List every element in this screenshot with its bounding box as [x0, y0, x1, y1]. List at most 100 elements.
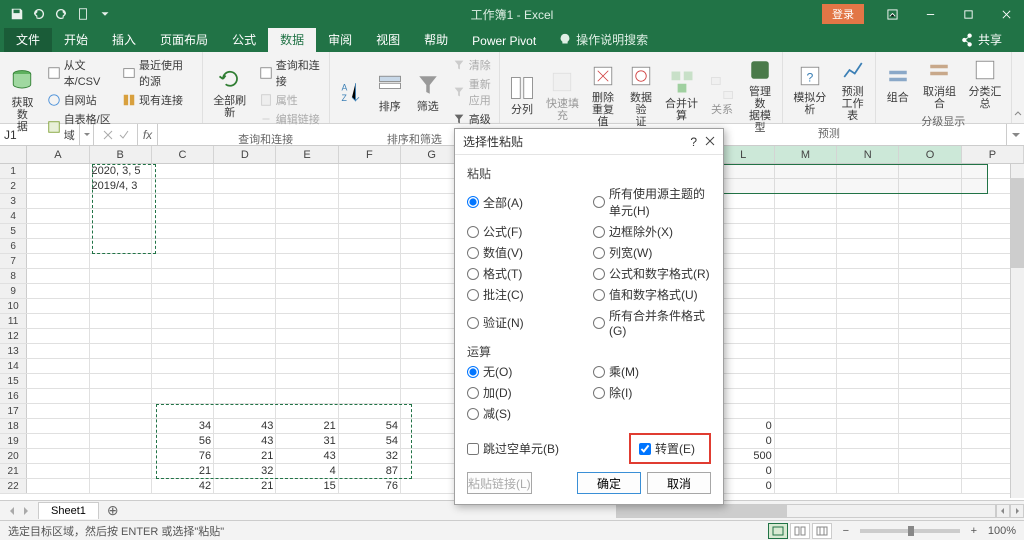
cell[interactable]: [775, 299, 837, 313]
cell[interactable]: [775, 389, 837, 403]
cell[interactable]: [339, 284, 401, 298]
cell[interactable]: 54: [339, 434, 401, 448]
save-icon[interactable]: [8, 5, 26, 23]
cell[interactable]: [90, 299, 152, 313]
cell[interactable]: [339, 329, 401, 343]
cell[interactable]: [899, 434, 961, 448]
cell[interactable]: [899, 224, 961, 238]
get-data-button[interactable]: 获取数 据: [4, 54, 41, 146]
add-sheet-button[interactable]: ⊕: [99, 502, 127, 519]
sheet-nav[interactable]: [0, 506, 38, 516]
cell[interactable]: [775, 404, 837, 418]
cell[interactable]: [90, 374, 152, 388]
cell[interactable]: [90, 239, 152, 253]
cell[interactable]: [152, 209, 214, 223]
cell[interactable]: [27, 239, 89, 253]
cell[interactable]: [27, 434, 89, 448]
forecast-sheet-button[interactable]: 预测 工作表: [835, 54, 871, 124]
radio-value-num-fmt[interactable]: 值和数字格式(U): [593, 285, 711, 304]
cell[interactable]: [339, 359, 401, 373]
radio-op-add[interactable]: 加(D): [467, 383, 585, 402]
col-C[interactable]: C: [152, 146, 214, 163]
cell[interactable]: 31: [276, 434, 338, 448]
existing-connections[interactable]: 现有连接: [120, 91, 196, 109]
cell[interactable]: [339, 194, 401, 208]
cell[interactable]: [214, 194, 276, 208]
sort-az-button[interactable]: AZ: [334, 54, 370, 130]
cell[interactable]: 43: [214, 434, 276, 448]
cell[interactable]: [899, 269, 961, 283]
cell[interactable]: [27, 449, 89, 463]
cell[interactable]: [214, 224, 276, 238]
radio-source-theme[interactable]: 所有使用源主题的单元(H): [593, 184, 711, 220]
cell[interactable]: 15: [276, 479, 338, 493]
cell[interactable]: 21: [152, 464, 214, 478]
row-header[interactable]: 1: [0, 164, 27, 178]
touch-icon[interactable]: [74, 5, 92, 23]
redo-icon[interactable]: [52, 5, 70, 23]
row-header[interactable]: 21: [0, 464, 27, 478]
cell[interactable]: [339, 164, 401, 178]
ribbon-options-icon[interactable]: [874, 0, 910, 28]
cell[interactable]: [339, 254, 401, 268]
cell[interactable]: [276, 209, 338, 223]
cell[interactable]: [27, 404, 89, 418]
cell[interactable]: [27, 209, 89, 223]
flash-fill-button[interactable]: 快速填充: [542, 54, 583, 136]
check-transpose[interactable]: 转置(E): [639, 439, 695, 458]
cell[interactable]: [276, 404, 338, 418]
cell[interactable]: [152, 389, 214, 403]
tab-review[interactable]: 审阅: [316, 27, 364, 52]
radio-formats[interactable]: 格式(T): [467, 264, 585, 283]
cell[interactable]: [214, 254, 276, 268]
cell[interactable]: 56: [152, 434, 214, 448]
radio-op-multiply[interactable]: 乘(M): [593, 362, 711, 381]
cell[interactable]: [27, 269, 89, 283]
group-button[interactable]: 组合: [880, 54, 916, 112]
radio-validation[interactable]: 验证(N): [467, 306, 585, 339]
relationships-button[interactable]: 关系: [704, 54, 740, 136]
cell[interactable]: [899, 299, 961, 313]
cell[interactable]: [339, 299, 401, 313]
cell[interactable]: [899, 284, 961, 298]
from-text-csv[interactable]: 从文本/CSV: [45, 56, 114, 90]
cell[interactable]: [899, 209, 961, 223]
sheet-prev-icon[interactable]: [8, 506, 16, 516]
sort-button[interactable]: 排序: [372, 54, 408, 130]
page-layout-view-button[interactable]: [790, 523, 810, 539]
cell[interactable]: [339, 239, 401, 253]
cell[interactable]: [27, 299, 89, 313]
cell[interactable]: [775, 269, 837, 283]
cell[interactable]: [214, 164, 276, 178]
data-model-button[interactable]: 管理数 据模型: [742, 54, 778, 136]
queries-connections[interactable]: 查询和连接: [257, 56, 323, 90]
cell[interactable]: [214, 179, 276, 193]
cell[interactable]: [837, 344, 899, 358]
cell[interactable]: [899, 389, 961, 403]
row-header[interactable]: 4: [0, 209, 27, 223]
cell[interactable]: [276, 269, 338, 283]
radio-op-subtract[interactable]: 减(S): [467, 404, 585, 423]
dialog-titlebar[interactable]: 选择性粘贴 ?: [455, 129, 723, 155]
close-icon[interactable]: [988, 0, 1024, 28]
cell[interactable]: 43: [214, 419, 276, 433]
horizontal-scrollbar[interactable]: [616, 504, 996, 518]
row-header[interactable]: 17: [0, 404, 27, 418]
cell[interactable]: [276, 194, 338, 208]
col-M[interactable]: M: [775, 146, 837, 163]
ribbon-collapse-icon[interactable]: [1012, 52, 1024, 123]
cell[interactable]: 32: [214, 464, 276, 478]
sheet-tab-1[interactable]: Sheet1: [38, 502, 99, 519]
cancel-button[interactable]: 取消: [647, 472, 711, 494]
cell[interactable]: [27, 179, 89, 193]
advanced-filter[interactable]: 高级: [450, 110, 493, 128]
check-skip-blanks[interactable]: 跳过空单元(B): [467, 439, 559, 458]
cell[interactable]: [837, 359, 899, 373]
cell[interactable]: [152, 329, 214, 343]
tab-powerpivot[interactable]: Power Pivot: [460, 30, 548, 52]
cell[interactable]: [214, 299, 276, 313]
cell[interactable]: [90, 314, 152, 328]
cell[interactable]: [276, 389, 338, 403]
recent-sources[interactable]: 最近使用的源: [120, 56, 196, 90]
row-header[interactable]: 22: [0, 479, 27, 493]
